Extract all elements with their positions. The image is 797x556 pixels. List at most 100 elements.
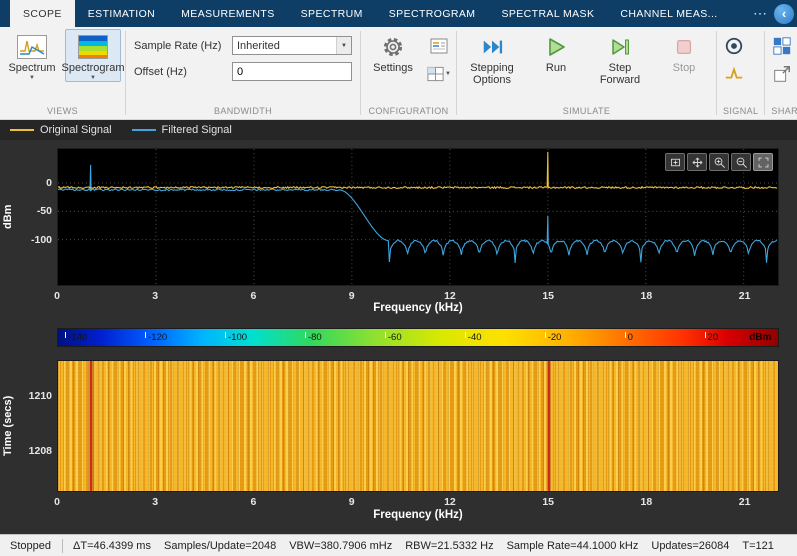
status-stat: Updates=26084	[651, 540, 729, 552]
tab-strip: SCOPEESTIMATIONMEASUREMENTSSPECTRUMSPECT…	[10, 0, 731, 27]
legend-line-swatch	[132, 129, 156, 131]
section-label-configuration: CONFIGURATION	[365, 104, 452, 119]
run-label: Run	[546, 62, 566, 74]
stop-button[interactable]: Stop	[656, 29, 712, 75]
ribbon-section-share: SHARE	[765, 27, 797, 119]
spectrum-view-label: Spectrum	[8, 62, 55, 74]
spectrogram-view-button[interactable]: Spectrogram ▼	[65, 29, 121, 82]
gear-icon	[377, 33, 409, 61]
spectrogram-x-tick-label: 15	[542, 496, 554, 508]
chevron-down-icon[interactable]: ▼	[336, 37, 351, 54]
chevron-down-icon: ▼	[445, 71, 451, 77]
legend-line-swatch	[10, 129, 34, 131]
legend-toggle-button[interactable]	[426, 34, 452, 58]
trigger-icon	[724, 64, 744, 84]
spectrum-x-tick-label: 12	[444, 290, 456, 302]
ribbon-section-configuration: Settings ▼ CONFIGURATION	[361, 27, 456, 119]
tab-bar: SCOPEESTIMATIONMEASUREMENTSSPECTRUMSPECT…	[0, 0, 797, 27]
offset-input[interactable]	[232, 62, 352, 81]
status-state: Stopped	[0, 540, 62, 552]
spectrogram-y-tick-label: 1208	[14, 445, 52, 457]
spectrum-icon	[16, 33, 48, 61]
settings-button[interactable]: Settings	[365, 29, 421, 75]
spectrogram-x-tick-label: 6	[251, 496, 257, 508]
scope-display: dBm Frequency (kHz) 0369121518210-50-100…	[0, 140, 797, 534]
ribbon-section-signal: SIGNAL	[717, 27, 764, 119]
sample-rate-combo[interactable]: Inherited ▼	[232, 36, 352, 55]
layout-grid-icon	[427, 66, 444, 82]
colorbar: -140-120-100-80-60-40-20020dBm	[57, 328, 779, 347]
layout-button[interactable]: ▼	[426, 62, 452, 86]
grid-icon	[772, 36, 792, 56]
chevron-left-icon: ‹	[782, 6, 786, 21]
spectrum-plot[interactable]	[57, 148, 779, 286]
zoom-out-button[interactable]	[731, 153, 751, 171]
colorbar-tick-label: -80	[305, 331, 322, 344]
legend-item[interactable]: Filtered Signal	[132, 124, 232, 136]
pan-icon	[691, 156, 704, 169]
colorbar-tick-label: -120	[145, 331, 167, 344]
pan-button[interactable]	[687, 153, 707, 171]
spectrum-y-tick-label: -100	[14, 234, 52, 246]
colorbar-unit-label: dBm	[749, 332, 771, 343]
expand-icon	[757, 156, 770, 169]
stop-label: Stop	[673, 62, 696, 74]
colorbar-tick-label: -60	[385, 331, 402, 344]
spectrum-view-button[interactable]: Spectrum ▼	[4, 29, 60, 82]
zoom-in-button[interactable]	[709, 153, 729, 171]
zoom-out-icon	[735, 156, 748, 169]
section-label-bandwidth: BANDWIDTH	[130, 104, 356, 119]
ribbon-section-views: Spectrum ▼ Spectrogram ▼ VIEWS	[0, 27, 125, 119]
status-stat: RBW=21.5332 Hz	[405, 540, 493, 552]
chevron-down-icon: ▼	[29, 75, 35, 81]
record-button[interactable]	[721, 34, 747, 58]
spectrogram-x-tick-label: 0	[54, 496, 60, 508]
run-button[interactable]: Run	[528, 29, 584, 75]
stepping-options-icon	[476, 33, 508, 61]
tab-overflow-button[interactable]: ⋯	[751, 5, 769, 22]
tab-spectrogram[interactable]: SPECTROGRAM	[376, 0, 489, 27]
section-label-share: SHARE	[769, 104, 797, 119]
colorbar-tick-label: 20	[705, 331, 719, 344]
legend-label: Original Signal	[40, 124, 112, 136]
colorbar-tick-label: -140	[65, 331, 87, 344]
status-bar: Stopped ΔT=46.4399 ms Samples/Update=2048…	[0, 534, 797, 556]
stepping-options-button[interactable]: Stepping Options	[461, 29, 523, 88]
spectrum-y-tick-label: 0	[14, 177, 52, 189]
tab-scope[interactable]: SCOPE	[10, 0, 75, 27]
tab-channel-meas[interactable]: CHANNEL MEAS...	[607, 0, 730, 27]
ribbon-toolbar: Spectrum ▼ Spectrogram ▼ VIEWS Sample Ra…	[0, 27, 797, 120]
legend-item[interactable]: Original Signal	[10, 124, 112, 136]
status-stat: Samples/Update=2048	[164, 540, 276, 552]
status-stat: ΔT=46.4399 ms	[73, 540, 151, 552]
spectrum-x-tick-label: 0	[54, 290, 60, 302]
expand-button[interactable]	[753, 153, 773, 171]
spectrum-y-tick-label: -50	[14, 205, 52, 217]
tab-estimation[interactable]: ESTIMATION	[75, 0, 168, 27]
colorbar-tick-label: -20	[545, 331, 562, 344]
spectrogram-y-tick-label: 1210	[14, 390, 52, 402]
tab-measurements[interactable]: MEASUREMENTS	[168, 0, 287, 27]
sample-rate-label: Sample Rate (Hz)	[134, 40, 226, 52]
colorbar-panel: -140-120-100-80-60-40-20020dBm	[0, 320, 797, 354]
fit-view-button[interactable]	[665, 153, 685, 171]
spectrogram-y-axis-label: Time (secs)	[0, 360, 16, 492]
spectrogram-plot[interactable]	[57, 360, 779, 492]
toolstrip-collapse-button[interactable]: ‹	[774, 4, 794, 24]
status-stat: VBW=380.7906 mHz	[289, 540, 392, 552]
status-stat: Sample Rate=44.1000 kHz	[507, 540, 639, 552]
tab-spectral-mask[interactable]: SPECTRAL MASK	[488, 0, 607, 27]
spectrum-panel: dBm Frequency (kHz) 0369121518210-50-100	[0, 140, 797, 320]
zoom-in-icon	[713, 156, 726, 169]
colorbar-tick-label: 0	[625, 331, 633, 344]
tab-spectrum[interactable]: SPECTRUM	[288, 0, 376, 27]
ribbon-section-bandwidth: Sample Rate (Hz) Inherited ▼ Offset (Hz)…	[126, 27, 360, 119]
export-button[interactable]	[769, 62, 795, 86]
copy-display-button[interactable]	[769, 34, 795, 58]
legend-icon	[430, 38, 448, 54]
status-stats: ΔT=46.4399 ms Samples/Update=2048 VBW=380.…	[73, 540, 774, 552]
step-forward-button[interactable]: Step Forward	[589, 29, 651, 88]
run-icon	[540, 33, 572, 61]
colorbar-tick-label: -100	[225, 331, 247, 344]
trigger-button[interactable]	[721, 62, 747, 86]
